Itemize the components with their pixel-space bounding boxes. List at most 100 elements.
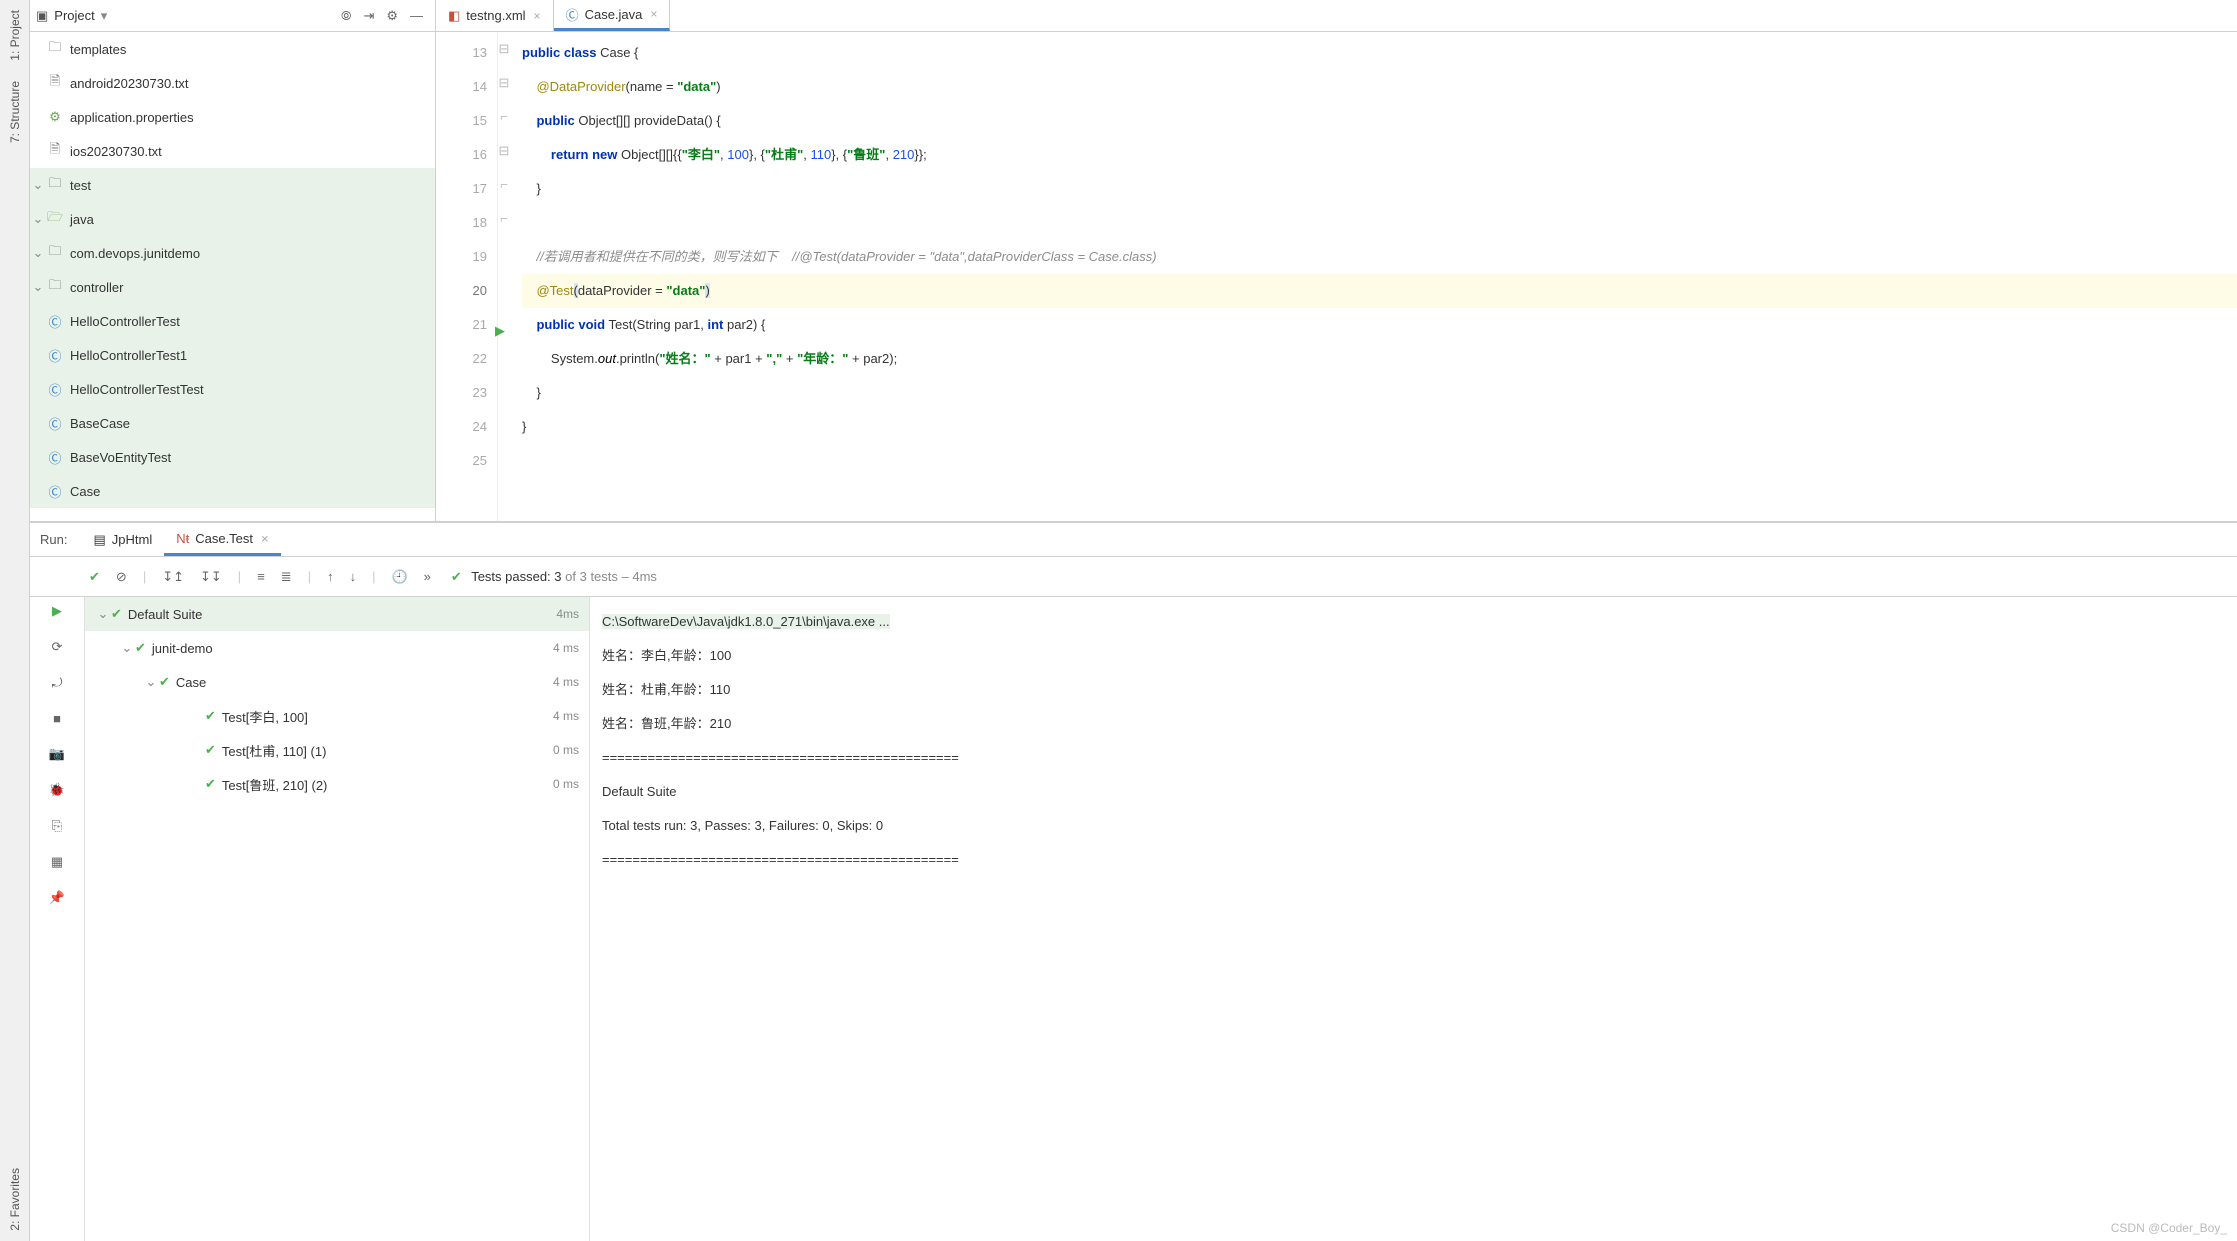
line-number: 13 (436, 36, 487, 70)
layout-icon[interactable]: ▦ (51, 854, 63, 870)
line-number: 22 (436, 342, 487, 376)
test-label: junit-demo (152, 641, 213, 656)
tree-item[interactable]: ⒸHelloControllerTest (30, 304, 435, 338)
tree-item[interactable]: ⒸBaseVoEntityTest (30, 440, 435, 474)
editor-tabs: ◧ testng.xml × Ⓒ Case.java × (436, 0, 670, 31)
test-tree-item[interactable]: ⌄✔Case4 ms (85, 665, 589, 699)
project-tree[interactable]: 🗀templates🗎android20230730.txt⚙applicati… (30, 32, 436, 521)
run-label: Run: (40, 532, 67, 547)
run-tab-case-test[interactable]: Nŧ Case.Test × (164, 523, 280, 556)
tree-item[interactable]: ⌄🗀com.devops.junitdemo (30, 236, 435, 270)
prev-icon[interactable]: ↑ (327, 569, 334, 584)
tree-item-label: HelloControllerTest (70, 314, 180, 329)
test-tree-item[interactable]: ✔Test[李白, 100]4 ms (85, 699, 589, 733)
side-favorites-tab[interactable]: 2: Favorites (8, 1158, 22, 1241)
line-number: 19 (436, 240, 487, 274)
test-duration: 0 ms (553, 777, 579, 791)
editor-tab-case[interactable]: Ⓒ Case.java × (554, 0, 671, 31)
side-structure-tab[interactable]: 7: Structure (8, 71, 22, 153)
test-tree-item[interactable]: ⌄✔Default Suite4ms (85, 597, 589, 631)
chevron-down-icon[interactable]: ⌄ (95, 606, 111, 622)
xml-file-icon: ◧ (448, 8, 460, 24)
test-tree-item[interactable]: ⌄✔junit-demo4 ms (85, 631, 589, 665)
minimize-icon[interactable]: — (410, 8, 423, 23)
more-icon[interactable]: » (424, 569, 431, 584)
console-line: ========================================… (602, 741, 2225, 775)
sort-icon[interactable]: ↧↥ (162, 569, 184, 585)
tree-item[interactable]: ⒸCase (30, 474, 435, 508)
close-icon[interactable]: × (534, 9, 541, 23)
chevron-down-icon[interactable]: ⌄ (119, 640, 135, 656)
test-results-tree[interactable]: ⌄✔Default Suite4ms⌄✔junit-demo4 ms⌄✔Case… (85, 597, 590, 1241)
tree-item[interactable]: ⒸHelloControllerTest1 (30, 338, 435, 372)
tree-item-label: BaseCase (70, 416, 130, 431)
next-icon[interactable]: ↓ (350, 569, 357, 584)
tree-item-label: application.properties (70, 110, 194, 125)
rerun-failed-icon[interactable]: ⟳ (52, 639, 63, 655)
run-tab-jphtml[interactable]: ▤ JpHtml (81, 523, 164, 556)
show-passed-icon[interactable]: ✔ (89, 569, 100, 585)
test-tree-item[interactable]: ✔Test[杜甫, 110] (1)0 ms (85, 733, 589, 767)
chevron-down-icon[interactable]: ⌄ (30, 211, 46, 227)
line-number: 25 (436, 444, 487, 478)
editor-tab-label: testng.xml (466, 8, 525, 23)
test-label: Case (176, 675, 206, 690)
run-icon[interactable]: ▶ (52, 603, 62, 619)
test-tree-item[interactable]: ✔Test[鲁班, 210] (2)0 ms (85, 767, 589, 801)
run-tabs-bar: Run: ▤ JpHtml Nŧ Case.Test × (30, 523, 2237, 557)
tree-item[interactable]: ⌄🗀test (30, 168, 435, 202)
test-duration: 4ms (556, 607, 579, 621)
project-title[interactable]: Project (54, 8, 94, 23)
collapse-icon[interactable]: ≣ (281, 569, 292, 585)
chevron-down-icon[interactable]: ⌄ (30, 279, 46, 295)
editor-tab-label: Case.java (585, 7, 643, 22)
tree-item[interactable]: ⚙application.properties (30, 100, 435, 134)
tree-item[interactable]: ⌄🗀controller (30, 270, 435, 304)
pin-icon[interactable]: 📌 (49, 890, 65, 906)
left-tool-strip: 1: Project 7: Structure 2: Favorites (0, 0, 30, 1241)
tree-item-label: Case (70, 484, 100, 499)
side-project-tab[interactable]: 1: Project (8, 0, 22, 71)
run-config-icon: ▤ (93, 532, 105, 548)
editor-tab-testng[interactable]: ◧ testng.xml × (436, 0, 554, 31)
expand-icon[interactable]: ≡ (257, 569, 265, 584)
testng-icon: Nŧ (176, 531, 189, 546)
sort-duration-icon[interactable]: ↧↧ (200, 569, 222, 585)
test-duration: 0 ms (553, 743, 579, 757)
tree-item[interactable]: 🗎ios20230730.txt (30, 134, 435, 168)
dump-icon[interactable]: 📷 (49, 746, 65, 762)
test-duration: 4 ms (553, 675, 579, 689)
history-icon[interactable]: 🕘 (391, 569, 407, 585)
exit-icon[interactable]: ⎘ (52, 818, 62, 834)
collapse-icon[interactable]: ⇥ (363, 8, 374, 24)
chevron-down-icon[interactable]: ⌄ (143, 674, 159, 690)
tree-item-label: HelloControllerTest1 (70, 348, 187, 363)
stop-icon[interactable]: ■ (53, 711, 61, 726)
project-dropdown-icon[interactable]: ▾ (101, 8, 108, 24)
tree-item-label: java (70, 212, 94, 227)
console-output[interactable]: C:\SoftwareDev\Java\jdk1.8.0_271\bin\jav… (590, 597, 2237, 1241)
settings-icon[interactable]: ⚙ (386, 8, 398, 24)
close-icon[interactable]: × (261, 531, 269, 546)
debug-icon[interactable]: 🐞 (49, 782, 65, 798)
fold-strip: ⊟⊟⌐⊟⌐⌐ (498, 32, 510, 521)
chevron-down-icon[interactable]: ⌄ (30, 177, 46, 193)
code-editor[interactable]: 131415161718192021▶22232425 ⊟⊟⌐⊟⌐⌐ publi… (436, 32, 2237, 521)
locate-icon[interactable]: ⦾ (341, 8, 351, 24)
show-ignored-icon[interactable]: ⊘ (116, 569, 127, 585)
line-gutter: 131415161718192021▶22232425 (436, 32, 498, 521)
tree-item-label: ios20230730.txt (70, 144, 162, 159)
tree-item[interactable]: 🗀templates (30, 32, 435, 66)
tree-item[interactable]: 🗎android20230730.txt (30, 66, 435, 100)
tree-item[interactable]: ⒸHelloControllerTestTest (30, 372, 435, 406)
close-icon[interactable]: × (650, 7, 657, 21)
run-toolbar: ✔ ⊘ | ↧↥ ↧↧ | ≡ ≣ | ↑ ↓ | 🕘 » ✔ (30, 557, 2237, 597)
toggle-auto-icon[interactable]: ⤾ (52, 675, 63, 691)
chevron-down-icon[interactable]: ⌄ (30, 245, 46, 261)
tree-item[interactable]: ⌄🗁java (30, 202, 435, 236)
tree-item[interactable]: ⒸBaseCase (30, 406, 435, 440)
line-number: 24 (436, 410, 487, 444)
gutter-run-icon[interactable]: ▶ (495, 314, 505, 348)
tree-item-label: test (70, 178, 91, 193)
code-area[interactable]: public class Case { @DataProvider(name =… (510, 32, 2237, 521)
